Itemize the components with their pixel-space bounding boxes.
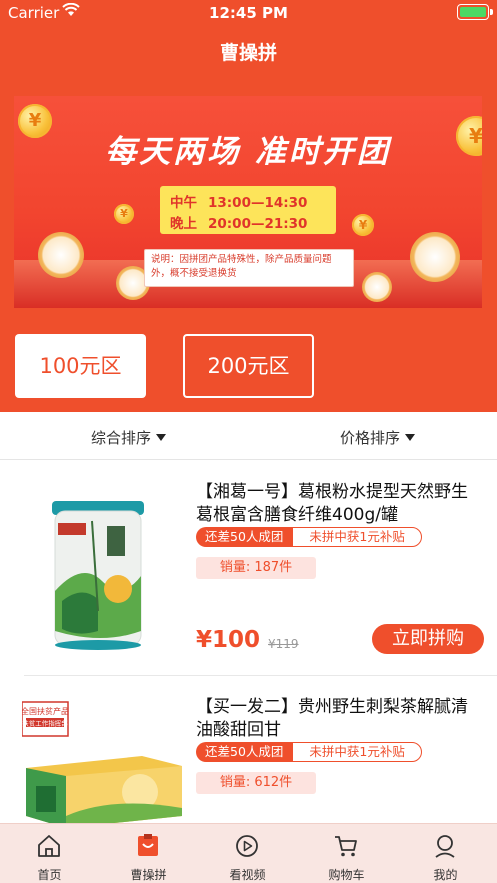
poverty-badge-line1: 全国扶贫产品 xyxy=(22,706,69,716)
group-tags: 还差50人成团 未拼中获1元补贴 xyxy=(196,527,422,547)
tab-label: 购物车 xyxy=(328,868,365,882)
schedule-noon: 中午 13:00—14:30 xyxy=(170,195,308,211)
play-icon xyxy=(236,835,258,857)
product-list: 【湘葛一号】葛根粉水提型天然野生葛根富含膳食纤维400g/罐 还差50人成团 未拼… xyxy=(0,461,497,823)
zone-100-button[interactable]: 100元区 xyxy=(15,334,146,398)
caret-down-icon xyxy=(405,434,416,441)
clock-icon xyxy=(38,232,84,278)
tab-cart[interactable]: 购物车 xyxy=(297,824,396,883)
battery-icon xyxy=(457,4,493,20)
product-price: ¥100 xyxy=(196,627,261,653)
sort-price-button[interactable]: 价格排序 xyxy=(340,427,416,448)
cart-icon xyxy=(335,836,357,857)
tab-video[interactable]: 看视频 xyxy=(198,824,297,883)
product-image xyxy=(52,501,144,650)
user-icon xyxy=(435,835,455,858)
product-title: 【湘葛一号】葛根粉水提型天然野生葛根富含膳食纤维400g/罐 xyxy=(196,482,468,525)
subsidy-tag: 未拼中获1元补贴 xyxy=(292,742,422,762)
caret-down-icon xyxy=(156,434,167,441)
product-image: 全国扶贫产品 扶贫工作指挥部 xyxy=(22,701,182,823)
group-tags: 还差50人成团 未拼中获1元补贴 xyxy=(196,742,422,762)
coin-icon: ¥ xyxy=(114,204,134,224)
group-remaining-tag: 还差50人成团 xyxy=(196,527,293,547)
promo-banner[interactable]: ¥ ¥ ¥ ¥ 每天两场 准时开团 中午 13:00—14:30 晚上 20:00—… xyxy=(14,96,482,308)
product-card[interactable]: 全国扶贫产品 扶贫工作指挥部 【买一发二】贵州野生刺梨茶解腻清油酸甜回甘 还差5… xyxy=(0,676,497,823)
header-area: Carrier 12:45 PM 曹操拼 ¥ ¥ ¥ ¥ 每天两场 准时开团 中… xyxy=(0,0,497,412)
sort-general-button[interactable]: 综合排序 xyxy=(91,427,167,448)
sales-count: 销量: 187件 xyxy=(196,557,316,579)
sort-bar: 综合排序 价格排序 xyxy=(0,412,497,460)
product-card[interactable]: 【湘葛一号】葛根粉水提型天然野生葛根富含膳食纤维400g/罐 还差50人成团 未拼… xyxy=(0,461,497,676)
zone-200-button[interactable]: 200元区 xyxy=(183,334,314,398)
subsidy-tag: 未拼中获1元补贴 xyxy=(292,527,422,547)
sales-count: 销量: 612件 xyxy=(196,772,316,794)
buy-now-button[interactable]: 立即拼购 xyxy=(372,624,484,654)
clock-icon xyxy=(362,272,392,302)
coin-icon: ¥ xyxy=(352,214,374,236)
group-buy-icon xyxy=(138,834,158,856)
page-title: 曹操拼 xyxy=(219,42,277,64)
clock-icon xyxy=(410,232,460,282)
tab-label: 首页 xyxy=(37,868,62,882)
group-remaining-tag: 还差50人成团 xyxy=(196,742,293,762)
schedule-evening: 晚上 20:00—21:30 xyxy=(170,216,308,232)
home-icon xyxy=(38,835,60,857)
status-bar: Carrier 12:45 PM xyxy=(0,0,497,26)
banner-headline: 每天两场 准时开团 xyxy=(105,134,391,170)
status-time: 12:45 PM xyxy=(209,4,288,22)
tab-bar: 首页 曹操拼 看视频 购物车 我的 xyxy=(0,823,497,883)
tab-profile[interactable]: 我的 xyxy=(396,824,495,883)
tab-label: 曹操拼 xyxy=(130,868,167,882)
tab-group-buy[interactable]: 曹操拼 xyxy=(99,824,198,883)
poverty-badge-line2: 扶贫工作指挥部 xyxy=(22,719,68,728)
tab-label: 看视频 xyxy=(229,868,266,882)
tab-label: 我的 xyxy=(433,868,458,882)
tab-home[interactable]: 首页 xyxy=(0,824,99,883)
product-title: 【买一发二】贵州野生刺梨茶解腻清油酸甜回甘 xyxy=(196,697,468,740)
original-price: ¥119 xyxy=(268,637,299,651)
app-screen: Carrier 12:45 PM 曹操拼 ¥ ¥ ¥ ¥ 每天两场 准时开团 中… xyxy=(0,0,497,883)
schedule-box: 中午 13:00—14:30 晚上 20:00—21:30 xyxy=(160,186,336,234)
banner-note: 说明：因拼团产品特殊性，除产品质量问题外，概不接受退换货 xyxy=(144,249,354,287)
